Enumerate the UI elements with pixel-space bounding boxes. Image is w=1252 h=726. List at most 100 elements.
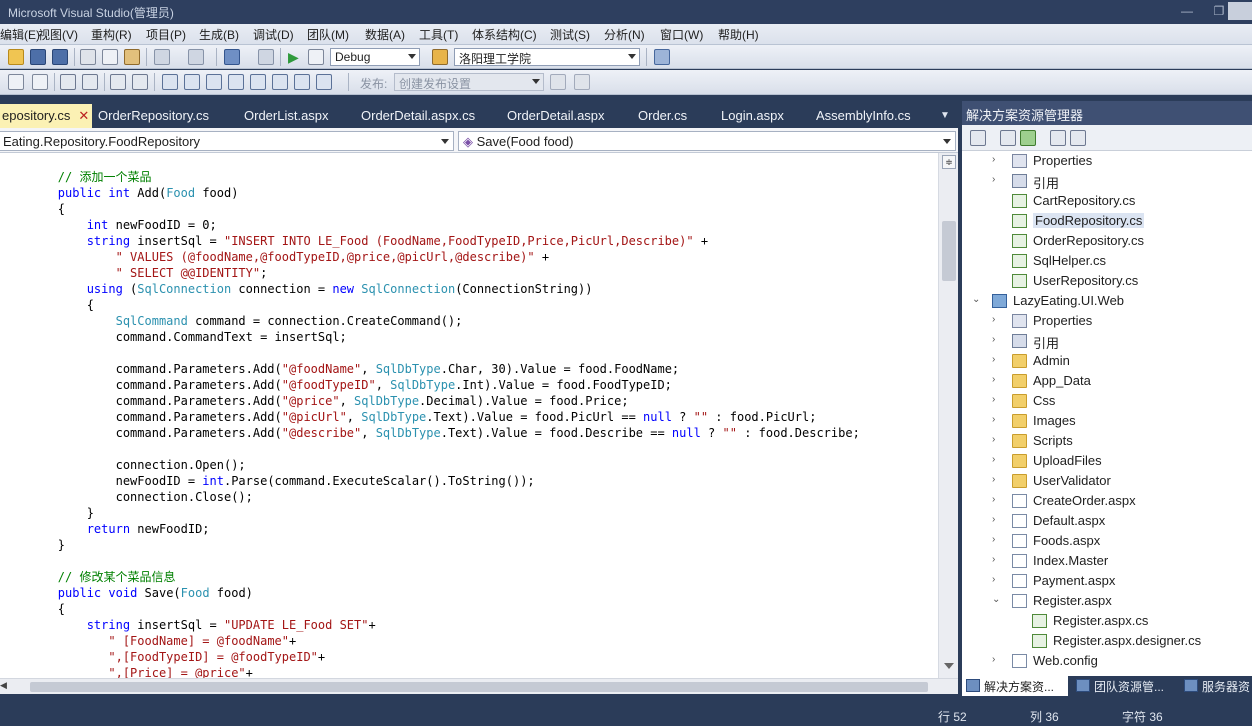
menu-refactor[interactable]: 重构(R): [91, 26, 132, 43]
tab-assembly-info[interactable]: AssemblyInfo.cs: [808, 104, 919, 128]
tab-overflow-dropdown-icon[interactable]: ▼: [940, 110, 952, 121]
expand-icon[interactable]: ›: [992, 454, 1002, 468]
tab-order-list[interactable]: OrderList.aspx: [236, 104, 337, 128]
menu-window[interactable]: 窗口(W): [660, 26, 703, 43]
comment-out-icon[interactable]: [110, 74, 126, 90]
attach-process-icon[interactable]: [308, 49, 324, 65]
tab-food-repository[interactable]: epository.cs ✕: [0, 104, 92, 128]
code-line[interactable]: " [FoodName] = @foodName"+: [0, 633, 936, 649]
expand-icon[interactable]: ›: [992, 174, 1002, 188]
code-line[interactable]: int newFoodID = 0;: [0, 217, 936, 233]
code-line[interactable]: }: [0, 505, 936, 521]
expand-icon[interactable]: ›: [992, 494, 1002, 508]
menu-project[interactable]: 项目(P): [146, 26, 186, 43]
vertical-scrollbar[interactable]: ≑: [938, 153, 958, 678]
code-editor[interactable]: // 添加一个菜品 public int Add(Food food) { in…: [0, 153, 958, 678]
expand-icon[interactable]: ›: [992, 474, 1002, 488]
horizontal-scrollbar[interactable]: ◀: [0, 678, 958, 694]
view-class-diagram-icon[interactable]: [1070, 130, 1086, 146]
menu-data[interactable]: 数据(A): [365, 26, 405, 43]
code-line[interactable]: command.Parameters.Add("@foodTypeID", Sq…: [0, 377, 936, 393]
expand-icon[interactable]: ›: [992, 434, 1002, 448]
code-line[interactable]: ",[Price] = @price"+: [0, 665, 936, 678]
expand-icon[interactable]: ›: [992, 334, 1002, 348]
decrease-indent-icon[interactable]: [60, 74, 76, 90]
menu-edit[interactable]: 编辑(E): [0, 26, 40, 43]
split-handle-icon[interactable]: ≑: [942, 155, 956, 169]
prev-bookmark-folder-icon[interactable]: [228, 74, 244, 90]
increase-indent-icon[interactable]: [82, 74, 98, 90]
code-line[interactable]: command.Parameters.Add("@foodName", SqlD…: [0, 361, 936, 377]
scroll-thumb[interactable]: [942, 221, 956, 281]
menu-build[interactable]: 生成(B): [199, 26, 239, 43]
code-line[interactable]: [0, 441, 936, 457]
code-line[interactable]: " SELECT @@IDENTITY";: [0, 265, 936, 281]
horizontal-scroll-thumb[interactable]: [30, 682, 928, 692]
refresh-icon[interactable]: [1020, 130, 1036, 146]
type-dropdown[interactable]: Eating.Repository.FoodRepository: [0, 131, 454, 151]
code-line[interactable]: connection.Open();: [0, 457, 936, 473]
expand-icon[interactable]: ›: [992, 654, 1002, 668]
next-bookmark-icon[interactable]: [206, 74, 222, 90]
code-line[interactable]: }: [0, 537, 936, 553]
open-file-icon[interactable]: [8, 49, 24, 65]
save-icon[interactable]: [30, 49, 46, 65]
next-bookmark-folder-icon[interactable]: [250, 74, 266, 90]
navigate-backward-icon[interactable]: [224, 49, 240, 65]
code-line[interactable]: public int Add(Food food): [0, 185, 936, 201]
publish-web-icon[interactable]: [550, 74, 566, 90]
expand-icon[interactable]: ›: [992, 394, 1002, 408]
collapse-icon[interactable]: ⌄: [992, 594, 1002, 608]
expand-icon[interactable]: ›: [992, 554, 1002, 568]
code-line[interactable]: public void Save(Food food): [0, 585, 936, 601]
previous-bookmark-icon[interactable]: [184, 74, 200, 90]
startup-project-select[interactable]: 洛阳理工学院: [454, 48, 640, 66]
tab-server-explorer[interactable]: 服务器资: [1180, 676, 1252, 696]
tab-order-cs[interactable]: Order.cs: [630, 104, 695, 128]
properties-icon[interactable]: [970, 130, 986, 146]
code-line[interactable]: // 修改某个菜品信息: [0, 569, 936, 585]
tab-login[interactable]: Login.aspx: [713, 104, 792, 128]
tab-order-detail-cs[interactable]: OrderDetail.aspx.cs: [353, 104, 483, 128]
bookmark-icon[interactable]: [162, 74, 178, 90]
code-line[interactable]: {: [0, 201, 936, 217]
solution-explorer-icon[interactable]: [654, 49, 670, 65]
undo-icon[interactable]: [154, 49, 170, 65]
close-tab-icon[interactable]: ✕: [78, 108, 89, 123]
menu-architecture[interactable]: 体系结构(C): [472, 26, 537, 43]
menu-tools[interactable]: 工具(T): [419, 26, 458, 43]
paste-icon[interactable]: [124, 49, 140, 65]
cut-icon[interactable]: [80, 49, 96, 65]
copy-icon[interactable]: [102, 49, 118, 65]
code-line[interactable]: {: [0, 601, 936, 617]
prev-bookmark-doc-icon[interactable]: [272, 74, 288, 90]
next-bookmark-doc-icon[interactable]: [294, 74, 310, 90]
clear-bookmarks-icon[interactable]: [316, 74, 332, 90]
code-line[interactable]: [0, 553, 936, 569]
code-line[interactable]: {: [0, 297, 936, 313]
expand-icon[interactable]: ›: [992, 374, 1002, 388]
code-line[interactable]: command.CommandText = insertSql;: [0, 329, 936, 345]
publish-settings-select[interactable]: 创建发布设置: [394, 73, 544, 91]
code-line[interactable]: return newFoodID;: [0, 521, 936, 537]
expand-icon[interactable]: ›: [992, 414, 1002, 428]
collapse-icon[interactable]: ⌄: [972, 294, 982, 308]
code-line[interactable]: " VALUES (@foodName,@foodTypeID,@price,@…: [0, 249, 936, 265]
menu-analyze[interactable]: 分析(N): [604, 26, 645, 43]
tab-team-explorer[interactable]: 团队资源管...: [1072, 676, 1178, 696]
tab-solution-explorer[interactable]: 解决方案资...: [962, 676, 1068, 696]
code-line[interactable]: [0, 345, 936, 361]
save-all-icon[interactable]: [52, 49, 68, 65]
menu-test[interactable]: 测试(S): [550, 26, 590, 43]
menu-debug[interactable]: 调试(D): [253, 26, 294, 43]
publish-options-icon[interactable]: [574, 74, 590, 90]
menu-help[interactable]: 帮助(H): [718, 26, 759, 43]
menu-view[interactable]: 视图(V): [38, 26, 78, 43]
tab-order-repository[interactable]: OrderRepository.cs: [90, 104, 217, 128]
code-line[interactable]: newFoodID = int.Parse(command.ExecuteSca…: [0, 473, 936, 489]
menu-team[interactable]: 团队(M): [307, 26, 349, 43]
expand-icon[interactable]: ›: [992, 154, 1002, 168]
code-line[interactable]: command.Parameters.Add("@price", SqlDbTy…: [0, 393, 936, 409]
expand-icon[interactable]: ›: [992, 574, 1002, 588]
code-text[interactable]: // 添加一个菜品 public int Add(Food food) { in…: [0, 169, 936, 678]
